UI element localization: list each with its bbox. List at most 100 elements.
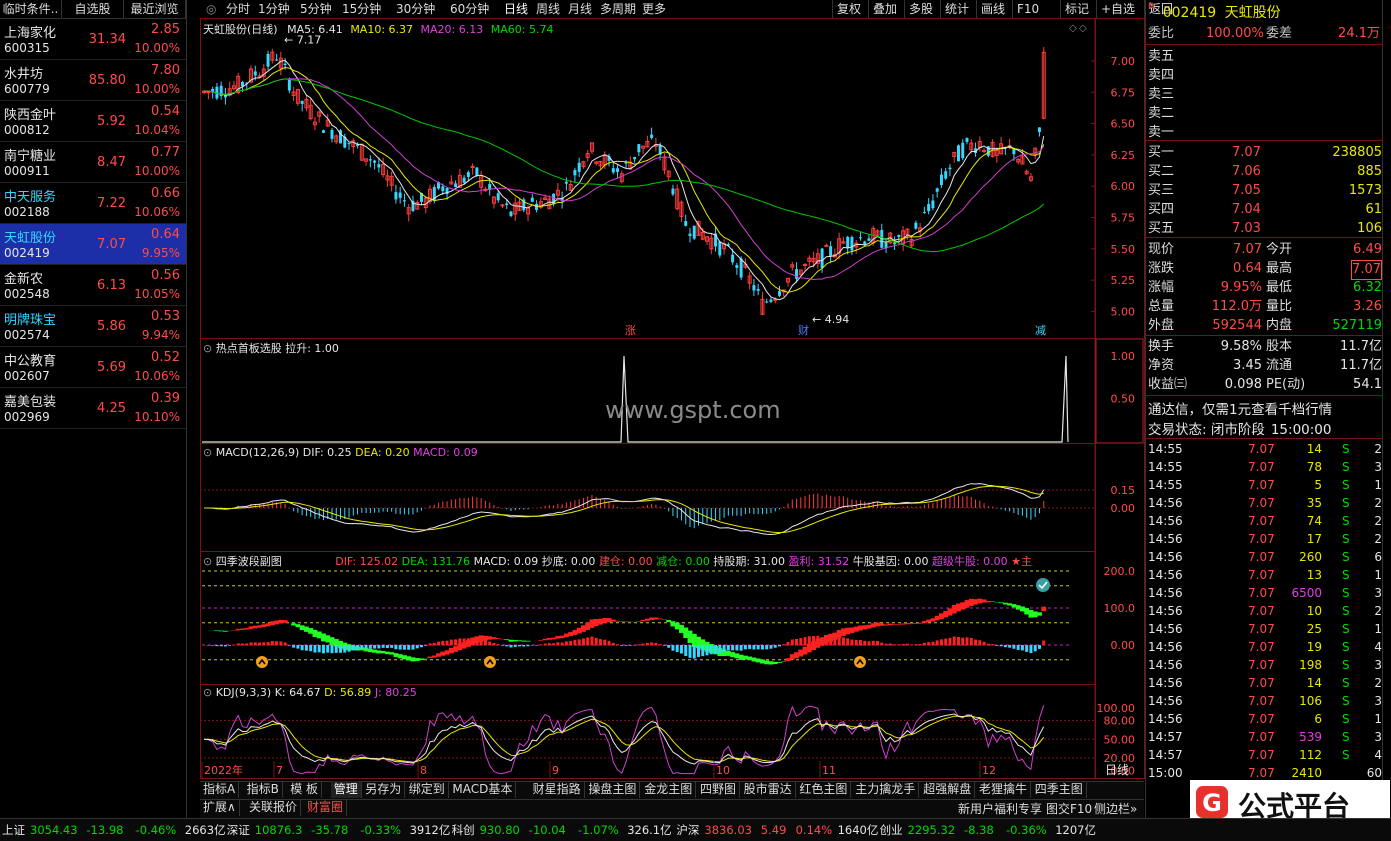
macd-dea-line <box>204 485 1044 534</box>
period-9[interactable]: 多周期 <box>600 0 636 18</box>
indicator-tab-11[interactable]: 股市雷达 <box>741 781 796 798</box>
index-name[interactable]: 沪深 <box>676 822 699 838</box>
stock-row[interactable]: 明牌珠宝 002574 5.86 0.53 9.94% <box>0 306 186 347</box>
wave-bar <box>1003 645 1007 648</box>
stock-list-panel: 临时条件.. 自选股 最近浏览 上海家化 600315 31.34 2.85 10.00… <box>0 0 186 840</box>
index-name[interactable]: 深证 <box>227 822 250 838</box>
wave-bar <box>611 642 615 646</box>
f10-button[interactable]: 图交F10 <box>1046 800 1092 818</box>
weibi-label: 委比 <box>1148 26 1175 41</box>
index-name[interactable]: 上证 <box>2 822 25 838</box>
index-amt: 1207亿 <box>1055 823 1096 837</box>
indicator-tab-5[interactable]: 绑定到 <box>406 781 449 798</box>
sub-tab-1[interactable]: 关联报价 <box>246 799 302 816</box>
index-name[interactable]: 创业 <box>880 822 903 838</box>
indicator-tab-7[interactable]: 财星指路 <box>530 781 585 798</box>
stock-row[interactable]: 嘉美包装 002969 4.25 0.39 10.10% <box>0 388 186 429</box>
period-3[interactable]: 15分钟 <box>342 0 381 18</box>
panel-ctrl-icon[interactable]: ◇ <box>1069 23 1077 34</box>
period-1[interactable]: 1分钟 <box>258 0 290 18</box>
toolbar-action-0[interactable]: 复权 <box>832 0 865 18</box>
macd-dif-line <box>204 483 1045 536</box>
indicator-tab-15[interactable]: 老狸擒牛 <box>976 781 1032 798</box>
indicator-tab-2[interactable]: 模 板 <box>287 781 323 798</box>
stock-row[interactable]: 金新农 002548 6.13 0.56 10.05% <box>0 265 186 306</box>
stock-row[interactable]: 中天服务 002188 7.22 0.66 10.06% <box>0 183 186 224</box>
macd-toggle-icon[interactable]: ⊙ <box>203 446 212 459</box>
indicator-tab-6[interactable]: MACD基本 <box>449 781 517 798</box>
event-marker[interactable]: 财 <box>798 323 809 337</box>
splitter[interactable] <box>186 0 201 840</box>
toolbar-circle-icon[interactable]: ◎ <box>206 0 216 18</box>
toolbar-action-2[interactable]: 多股 <box>904 0 937 18</box>
index-name[interactable]: 科创 <box>452 822 475 838</box>
event-marker[interactable]: 涨 <box>625 324 636 337</box>
toolbar-action-1[interactable]: 叠加 <box>868 0 901 18</box>
period-7[interactable]: 周线 <box>536 0 560 18</box>
panel2-toggle-icon[interactable]: ⊙ <box>203 342 212 355</box>
stat-value-2: 527119 <box>1332 318 1382 333</box>
wave-macd: MACD: 0.09 <box>473 555 539 568</box>
tab-watchlist[interactable]: 自选股 <box>62 0 124 18</box>
stock-row[interactable]: 中公教育 002607 5.69 0.52 10.06% <box>0 347 186 388</box>
stat-row: 涨幅 9.95% 最低 6.32 <box>1146 279 1382 297</box>
period-0[interactable]: 分时 <box>226 0 250 18</box>
period-6[interactable]: 日线 <box>504 0 528 18</box>
stat-value: 9.95% <box>1220 280 1262 295</box>
stock-row[interactable]: 南宁糖业 000911 8.47 0.77 10.00% <box>0 142 186 183</box>
kdj-toggle-icon[interactable]: ⊙ <box>203 686 212 699</box>
indicator-tab-1[interactable]: 指标B <box>244 781 283 798</box>
wave-toggle-icon[interactable]: ⊙ <box>203 555 212 568</box>
sub-tab-2[interactable]: 财富圈 <box>304 799 348 816</box>
indicator-tab-4[interactable]: 另存为 <box>362 781 406 798</box>
wave-bar <box>714 645 718 654</box>
indicator-tab-3[interactable]: 管理 <box>330 781 362 798</box>
ma60-value: MA60: 5.74 <box>490 23 554 36</box>
period-5[interactable]: 60分钟 <box>450 0 489 18</box>
period-4[interactable]: 30分钟 <box>396 0 435 18</box>
stock-row[interactable]: 水井坊 600779 85.80 7.80 10.00% <box>0 60 186 101</box>
promo-text[interactable]: 通达信，仅需1元查看千档行情 <box>1148 398 1332 418</box>
indicator-tab-16[interactable]: 四季主图 <box>1032 781 1087 798</box>
index-val: 3054.43 <box>30 823 78 837</box>
stock-row[interactable]: 上海家化 600315 31.34 2.85 10.00% <box>0 19 186 60</box>
divider <box>1146 237 1382 238</box>
tick-count: 2 <box>1374 442 1382 456</box>
wave-bar <box>948 637 952 646</box>
sub-tab-0[interactable]: 扩展∧ <box>200 799 240 816</box>
indicator-tab-12[interactable]: 红色主图 <box>796 781 852 798</box>
sidebar-toggle[interactable]: 侧边栏» <box>1094 800 1137 818</box>
toolbar-action-4[interactable]: 画线 <box>976 0 1009 18</box>
indicator-tab-13[interactable]: 主力擒龙手 <box>852 781 920 798</box>
indicator-tab-14[interactable]: 超强解盘 <box>920 781 976 798</box>
tick-count: 3 <box>1374 658 1382 672</box>
indicator-tab-0[interactable]: 指标A <box>200 781 240 798</box>
toolbar-action-6[interactable]: 标记 <box>1060 0 1093 18</box>
tab-recent[interactable]: 最近浏览 <box>124 0 186 18</box>
quote-scrollbar[interactable] <box>1382 0 1391 840</box>
tick-price: 7.07 <box>1248 622 1275 636</box>
stock-row[interactable]: 天虹股份 002419 7.07 0.64 9.95% <box>0 224 186 265</box>
tick-volume: 198 <box>1299 658 1322 672</box>
tick-volume: 13 <box>1306 568 1322 582</box>
indicator-tab-10[interactable]: 四野图 <box>697 781 741 798</box>
toolbar-action-3[interactable]: 统计 <box>940 0 973 18</box>
wave-bar <box>454 639 458 646</box>
period-2[interactable]: 5分钟 <box>300 0 332 18</box>
panel-ctrl-icon[interactable]: ◇ <box>1079 23 1087 34</box>
stock-code: 002574 <box>4 328 50 342</box>
r-badge: R <box>1148 2 1155 12</box>
toolbar-action-5[interactable]: F10 <box>1012 0 1043 18</box>
indicator-tab-8[interactable]: 操盘主图 <box>585 781 641 798</box>
event-marker[interactable]: 减 <box>1035 324 1046 337</box>
stock-row[interactable]: 陕西金叶 000812 5.92 0.54 10.04% <box>0 101 186 142</box>
tab-temp-condition[interactable]: 临时条件.. <box>0 0 62 18</box>
period-10[interactable]: 更多 <box>642 0 666 18</box>
kdj-tick: 100.00 <box>1097 702 1136 715</box>
stat-label-2: 今开 <box>1266 242 1293 257</box>
new-user-promo[interactable]: 新用户福利专享 <box>958 800 1042 818</box>
indicator-tab-9[interactable]: 金龙主图 <box>641 781 697 798</box>
tick-price: 7.07 <box>1248 658 1275 672</box>
period-8[interactable]: 月线 <box>568 0 592 18</box>
toolbar-action-7[interactable]: +自选 <box>1096 0 1139 18</box>
